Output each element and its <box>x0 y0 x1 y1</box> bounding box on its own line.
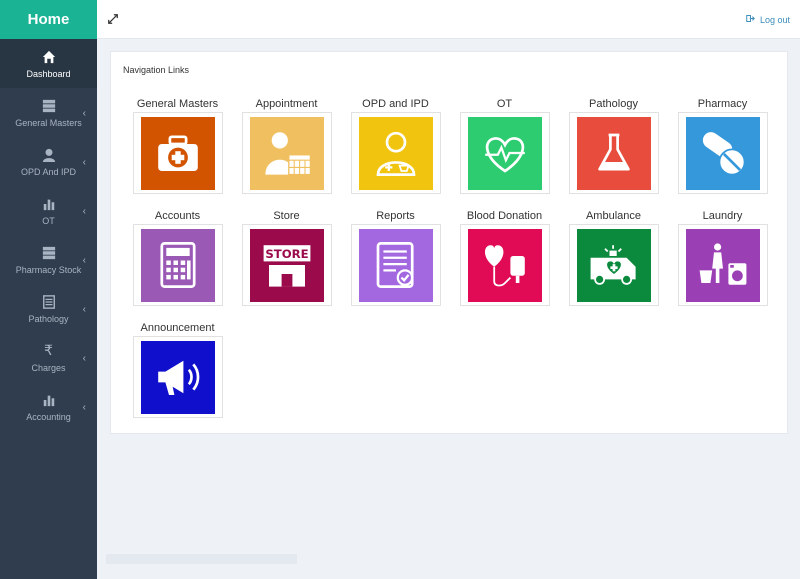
tile-appointment[interactable]: Appointment <box>232 96 341 194</box>
doctor-calendar-icon <box>249 116 324 190</box>
calculator-icon <box>140 228 215 302</box>
report-icon <box>358 228 433 302</box>
tile-pathology[interactable]: Pathology <box>559 96 668 194</box>
heart-pulse-icon <box>467 116 542 190</box>
tile-blood-donation[interactable]: Blood Donation <box>450 208 559 306</box>
flask-icon <box>576 116 651 190</box>
sign-out-icon <box>746 14 755 25</box>
megaphone-icon <box>140 340 215 414</box>
sidebar-item-ot[interactable]: OT ‹ <box>0 186 97 235</box>
chevron-left-icon: ‹ <box>82 402 86 413</box>
list-icon <box>41 294 57 310</box>
tile-label: Announcement <box>140 322 215 334</box>
chevron-left-icon: ‹ <box>82 108 86 119</box>
logout-link[interactable]: Log out <box>746 14 790 25</box>
tile-general-masters[interactable]: General Masters <box>123 96 232 194</box>
fullscreen-toggle-icon[interactable] <box>107 12 121 26</box>
footer-placeholder <box>106 554 297 564</box>
server-icon <box>41 98 57 114</box>
tile-label: Appointment <box>255 98 318 110</box>
tile-laundry[interactable]: Laundry <box>668 208 777 306</box>
tile-label: Laundry <box>702 210 743 222</box>
tile-label: Pharmacy <box>697 98 748 110</box>
chevron-left-icon: ‹ <box>82 206 86 217</box>
sidebar-item-pathology[interactable]: Pathology ‹ <box>0 284 97 333</box>
sidebar-item-opd-and-ipd[interactable]: OPD And IPD ‹ <box>0 137 97 186</box>
store-sign-text: STORE <box>265 247 308 261</box>
sidebar-item-label: Charges <box>31 362 66 373</box>
sidebar-item-charges[interactable]: ₹ Charges ‹ <box>0 333 97 382</box>
sidebar-item-label: OT <box>42 215 55 226</box>
sidebar-item-label: Accounting <box>26 411 71 422</box>
sidebar-item-label: Pharmacy Stock <box>15 264 82 275</box>
tile-accounts[interactable]: Accounts <box>123 208 232 306</box>
sidebar-item-label: General Masters <box>15 117 82 128</box>
tile-label: Reports <box>376 210 415 222</box>
tile-ot[interactable]: OT <box>450 96 559 194</box>
sidebar-item-dashboard[interactable]: Dashboard <box>0 39 97 88</box>
user-icon <box>41 147 57 163</box>
tile-label: Ambulance <box>585 210 642 222</box>
navigation-links-panel: Navigation Links General Masters Appoint… <box>110 51 788 434</box>
tile-store[interactable]: Store STORE <box>232 208 341 306</box>
tile-label: OPD and IPD <box>362 98 429 110</box>
sidebar-item-general-masters[interactable]: General Masters ‹ <box>0 88 97 137</box>
tile-pharmacy[interactable]: Pharmacy <box>668 96 777 194</box>
first-aid-kit-icon <box>140 116 215 190</box>
sidebar: Home Dashboard General Masters ‹ OPD And… <box>0 0 97 579</box>
laundry-icon <box>685 228 760 302</box>
tile-label: Store <box>273 210 300 222</box>
rupee-icon: ₹ <box>44 342 53 358</box>
top-bar: Log out <box>97 0 800 39</box>
bar-chart-icon <box>41 196 57 212</box>
ambulance-icon <box>576 228 651 302</box>
sidebar-item-pharmacy-stock[interactable]: Pharmacy Stock ‹ <box>0 235 97 284</box>
nurse-icon <box>358 116 433 190</box>
tile-announcement[interactable]: Announcement <box>123 320 232 418</box>
pills-icon <box>685 116 760 190</box>
tile-ambulance[interactable]: Ambulance <box>559 208 668 306</box>
sidebar-item-label: OPD And IPD <box>20 166 77 177</box>
chevron-left-icon: ‹ <box>82 157 86 168</box>
tile-opd-and-ipd[interactable]: OPD and IPD <box>341 96 450 194</box>
tile-label: Pathology <box>589 98 638 110</box>
chevron-left-icon: ‹ <box>82 255 86 266</box>
bar-chart-icon <box>41 392 57 408</box>
home-icon <box>41 49 57 65</box>
panel-title: Navigation Links <box>123 65 190 75</box>
sidebar-item-label: Pathology <box>28 313 69 324</box>
tile-reports[interactable]: Reports <box>341 208 450 306</box>
tile-label: Blood Donation <box>466 210 543 222</box>
tile-label: OT <box>496 98 513 110</box>
tile-label: General Masters <box>136 98 219 110</box>
chevron-left-icon: ‹ <box>82 353 86 364</box>
sidebar-item-label: Dashboard <box>26 68 71 79</box>
tile-label: Accounts <box>154 210 201 222</box>
sidebar-item-accounting[interactable]: Accounting ‹ <box>0 382 97 431</box>
store-icon: STORE <box>249 228 324 302</box>
logout-label: Log out <box>759 14 790 25</box>
brand-home[interactable]: Home <box>0 0 97 39</box>
blood-bag-icon <box>467 228 542 302</box>
chevron-left-icon: ‹ <box>82 304 86 315</box>
server-icon <box>41 245 57 261</box>
